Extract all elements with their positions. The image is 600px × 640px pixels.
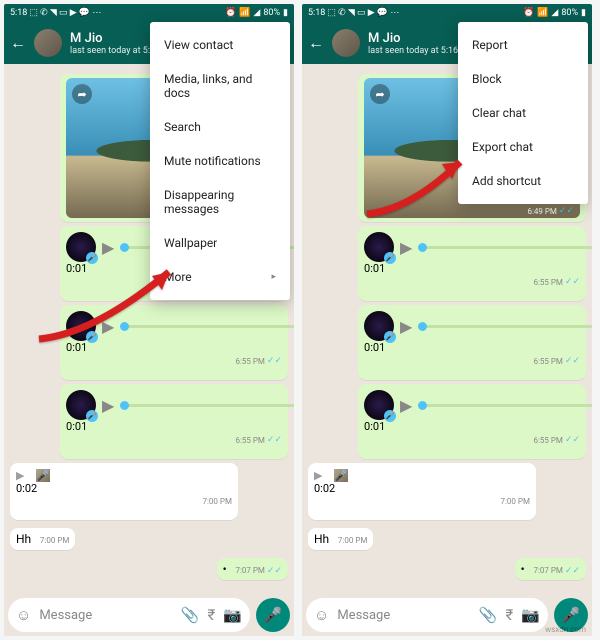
voice-message-received[interactable]: ▶🎤 0:02 7:00 PM [308,463,536,520]
menu-disappearing[interactable]: Disappearing messages [150,178,290,226]
menu-block[interactable]: Block [458,62,588,96]
payment-icon[interactable]: ₹ [208,606,216,624]
back-icon[interactable]: ← [10,33,26,53]
wifi-icon: ◢ [551,8,558,18]
phone-right: 5:18 ⬚ ✆ ◥ ▭ ▶ 💬 ⋯ ⏰ 📶 ◢ 80% ▮ ← M Jio l… [302,4,592,636]
message-placeholder: Message [39,608,173,623]
notif-icons: ⬚ ✆ ◥ ▭ ▶ 💬 ⋯ [327,8,399,18]
contact-avatar[interactable] [34,29,62,57]
signal-icon: 📶 [537,8,548,18]
camera-icon[interactable]: 📷 [223,606,242,624]
play-icon[interactable]: ▶ [16,469,24,482]
play-icon[interactable]: ▶ [102,238,114,257]
chevron-right-icon: ▸ [271,272,276,282]
menu-report[interactable]: Report [458,28,588,62]
status-bar: 5:18 ⬚ ✆ ◥ ▭ ▶ 💬 ⋯ ⏰ 📶 ◢ 80% ▮ [302,4,592,22]
back-icon[interactable]: ← [308,33,324,53]
text-message-received[interactable]: Hh 7:00 PM [10,528,75,550]
alarm-icon: ⏰ [225,8,236,18]
voice-message-received[interactable]: ▶ 🎤 0:02 7:00 PM [10,463,238,520]
voice-avatar: 🎤 [36,469,50,482]
menu-media-links-docs[interactable]: Media, links, and docs [150,62,290,110]
wifi-icon: ◢ [253,8,260,18]
payment-icon[interactable]: ₹ [506,606,514,624]
forward-icon[interactable]: ➦ [72,84,92,104]
mic-icon: 🎤 [86,252,98,264]
play-icon[interactable]: ▶ [102,317,114,336]
menu-search[interactable]: Search [150,110,290,144]
input-bar: ☺ Message 📎 ₹ 📷 🎤 [8,598,290,632]
menu-view-contact[interactable]: View contact [150,28,290,62]
menu-clear-chat[interactable]: Clear chat [458,96,588,130]
message-input[interactable]: ☺ Message 📎 ₹ 📷 [306,598,548,632]
forward-icon[interactable]: ➦ [370,84,390,104]
voice-message[interactable]: 🎤▶ 0:01 6:55 PM✓✓ [358,305,586,380]
voice-message[interactable]: 🎤 ▶ 0:01 6:55 PM✓✓ [60,384,288,459]
text-message-sent[interactable]: • 7:07 PM✓✓ [515,558,586,580]
dot-bullet: • [223,562,227,576]
voice-duration: 0:01 [66,262,87,275]
play-icon[interactable]: ▶ [102,396,114,415]
voice-avatar: 🎤 [66,232,96,262]
attach-icon[interactable]: 📎 [479,606,498,624]
watermark: wsxdn.com [545,625,586,634]
emoji-icon[interactable]: ☺ [16,606,31,624]
text-message-received[interactable]: Hh 7:00 PM [308,528,373,550]
notif-icons: ⬚ ✆ ◥ ▭ ▶ 💬 ⋯ [29,8,101,18]
mic-button[interactable]: 🎤 [256,598,290,632]
overflow-menu: View contact Media, links, and docs Sear… [150,22,290,300]
voice-message[interactable]: 🎤▶ 0:01 6:55 PM✓✓ [358,384,586,459]
battery-icon: ▮ [581,8,586,18]
contact-avatar[interactable] [332,29,360,57]
voice-message[interactable]: 🎤▶ 0:01 6:55 PM✓✓ [358,226,586,301]
signal-icon: 📶 [239,8,250,18]
alarm-icon: ⏰ [523,8,534,18]
menu-more[interactable]: More▸ [150,260,290,294]
text-message-sent[interactable]: • 7:07 PM✓✓ [217,558,288,580]
camera-icon[interactable]: 📷 [521,606,540,624]
message-input[interactable]: ☺ Message 📎 ₹ 📷 [8,598,250,632]
overflow-submenu: Report Block Clear chat Export chat Add … [458,22,588,204]
status-bar: 5:18 ⬚ ✆ ◥ ▭ ▶ 💬 ⋯ ⏰ 📶 ◢ 80% ▮ [4,4,294,22]
menu-export-chat[interactable]: Export chat [458,130,588,164]
menu-wallpaper[interactable]: Wallpaper [150,226,290,260]
battery-text: 80% [263,8,280,18]
emoji-icon[interactable]: ☺ [314,606,329,624]
menu-mute[interactable]: Mute notifications [150,144,290,178]
attach-icon[interactable]: 📎 [181,606,200,624]
menu-add-shortcut[interactable]: Add shortcut [458,164,588,198]
battery-icon: ▮ [283,8,288,18]
phone-left: 5:18 ⬚ ✆ ◥ ▭ ▶ 💬 ⋯ ⏰ 📶 ◢ 80% ▮ ← M Jio l… [4,4,294,636]
status-time: 5:18 [10,8,27,18]
voice-message[interactable]: 🎤 ▶ 0:01 6:55 PM✓✓ [60,305,288,380]
